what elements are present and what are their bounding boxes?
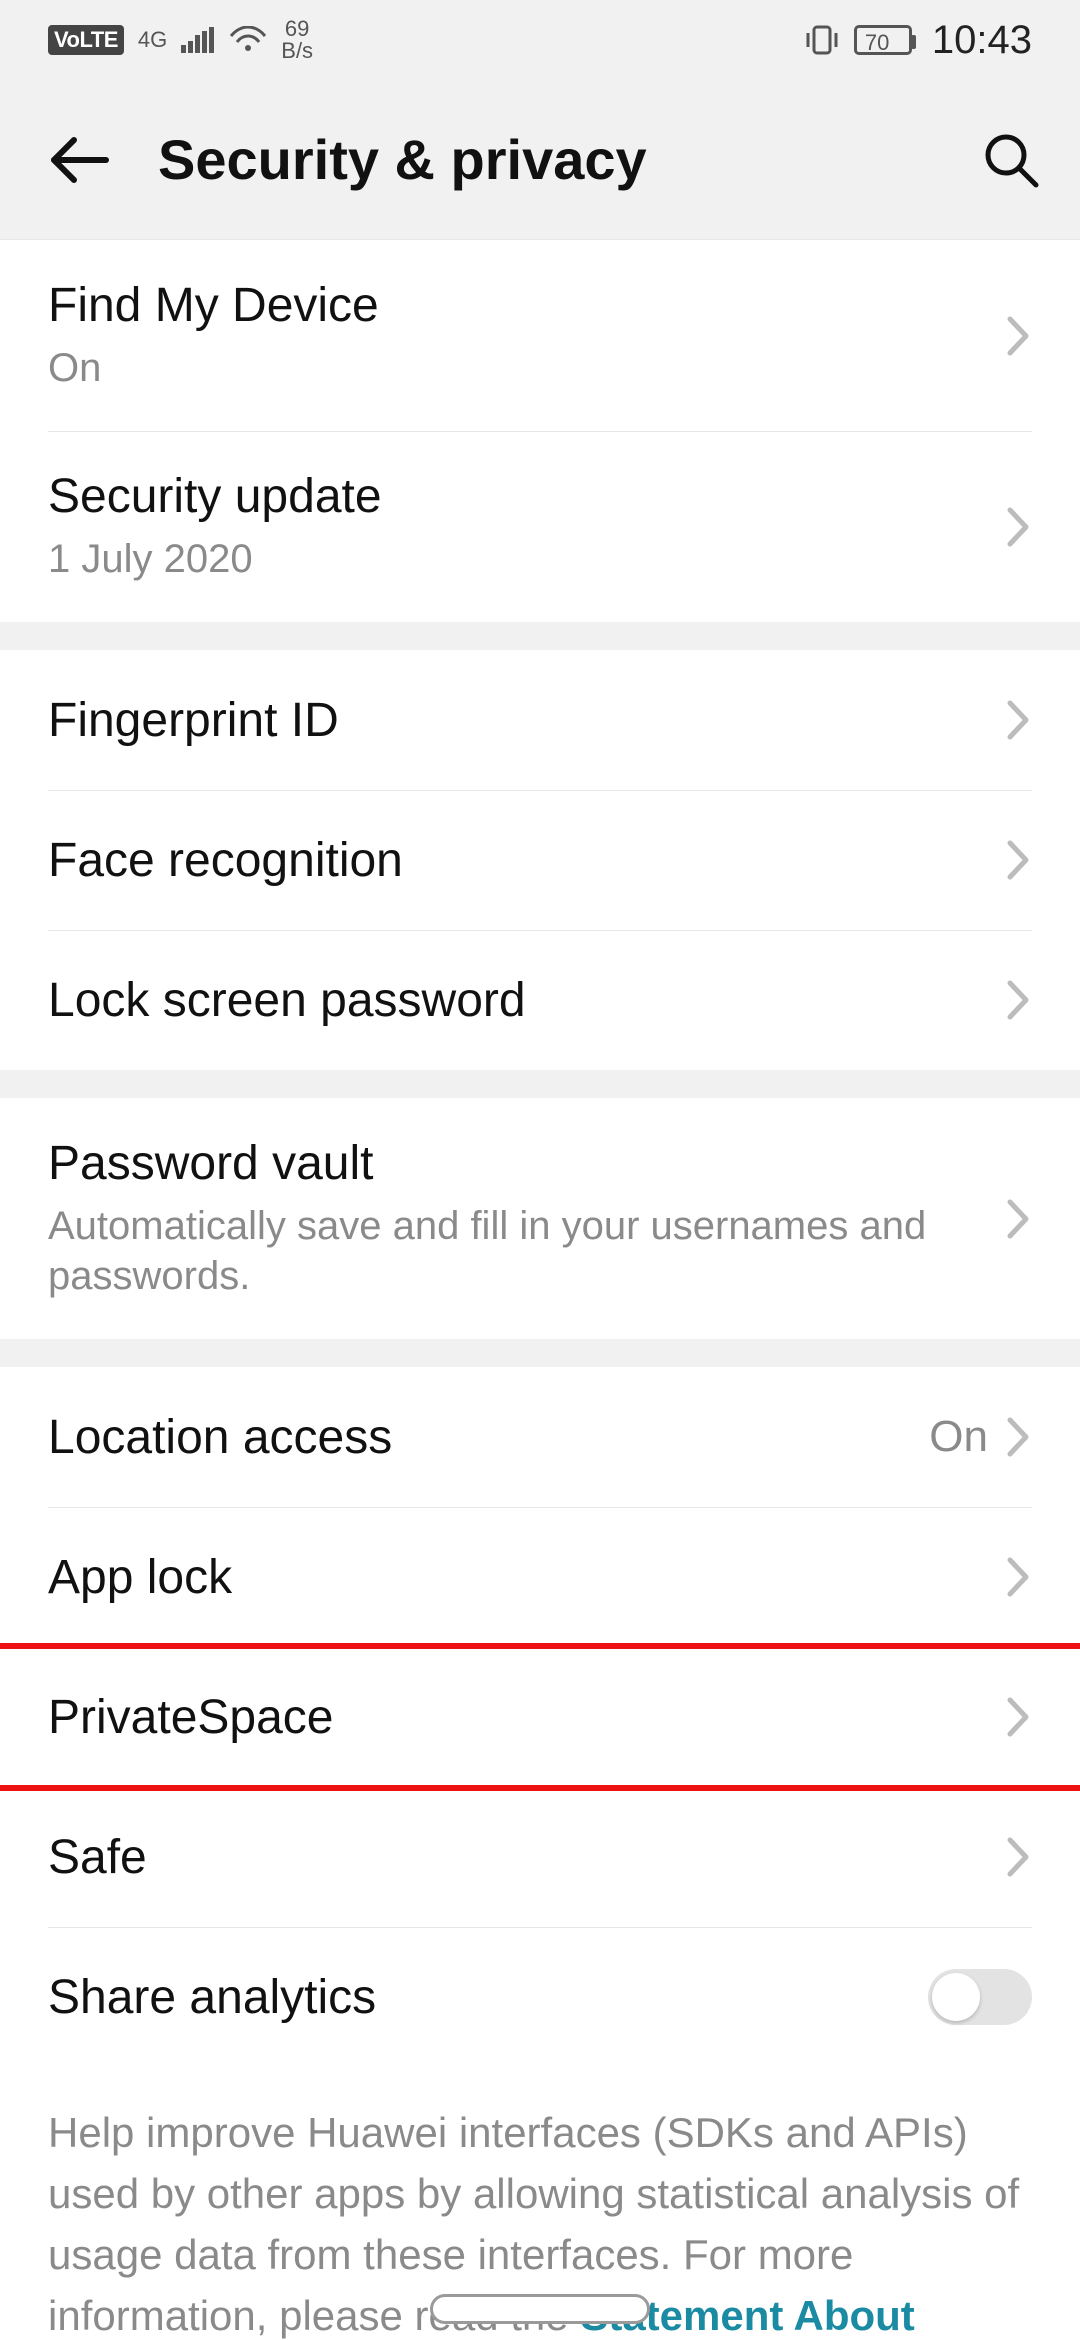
net-speed-value: 69 — [285, 18, 309, 40]
section-biometrics: Fingerprint ID Face recognition Lock scr… — [0, 650, 1080, 1070]
row-password-vault[interactable]: Password vault Automatically save and fi… — [0, 1098, 1080, 1339]
security-update-title: Security update — [48, 469, 986, 524]
gesture-nav-bar[interactable] — [430, 2294, 650, 2324]
chevron-right-icon — [1006, 1416, 1032, 1458]
status-left: VoLTE 4G 69 B/s — [48, 18, 313, 62]
chevron-right-icon — [1006, 1556, 1032, 1598]
section-gap — [0, 1339, 1080, 1367]
chevron-right-icon — [1006, 1198, 1032, 1240]
net-speed: 69 B/s — [281, 18, 313, 62]
password-vault-title: Password vault — [48, 1136, 986, 1191]
arrow-left-icon — [48, 134, 110, 186]
lock-pw-title: Lock screen password — [48, 973, 986, 1028]
chevron-right-icon — [1006, 839, 1032, 881]
chevron-right-icon — [1006, 506, 1032, 548]
battery-icon: 70 — [854, 25, 912, 55]
row-find-my-device[interactable]: Find My Device On — [0, 240, 1080, 431]
clock: 10:43 — [932, 18, 1032, 63]
row-app-lock[interactable]: App lock — [0, 1507, 1080, 1647]
search-icon — [982, 131, 1040, 189]
security-update-date: 1 July 2020 — [48, 534, 986, 584]
chevron-right-icon — [1006, 1836, 1032, 1878]
fingerprint-title: Fingerprint ID — [48, 693, 986, 748]
row-security-update[interactable]: Security update 1 July 2020 — [0, 431, 1080, 622]
chevron-right-icon — [1006, 699, 1032, 741]
find-my-device-title: Find My Device — [48, 278, 986, 333]
page-title: Security & privacy — [128, 127, 960, 192]
chevron-right-icon — [1006, 315, 1032, 357]
app-lock-title: App lock — [48, 1550, 986, 1605]
volte-badge: VoLTE — [48, 25, 124, 55]
section-gap — [0, 1070, 1080, 1098]
wifi-icon — [229, 26, 267, 54]
page-header: Security & privacy — [0, 80, 1080, 240]
share-analytics-title: Share analytics — [48, 1970, 908, 2025]
row-location-access[interactable]: Location access On — [0, 1367, 1080, 1507]
section-password-vault: Password vault Automatically save and fi… — [0, 1098, 1080, 1339]
safe-title: Safe — [48, 1830, 986, 1885]
row-privatespace[interactable]: PrivateSpace — [0, 1647, 1080, 1787]
password-vault-desc: Automatically save and fill in your user… — [48, 1201, 986, 1301]
section-gap — [0, 622, 1080, 650]
face-title: Face recognition — [48, 833, 986, 888]
row-lock-screen-password[interactable]: Lock screen password — [0, 930, 1080, 1070]
back-button[interactable] — [48, 134, 128, 186]
cell-generation: 4G — [138, 27, 167, 53]
signal-bars-icon — [181, 27, 215, 53]
chevron-right-icon — [1006, 979, 1032, 1021]
find-my-device-status: On — [48, 343, 986, 393]
section-privacy: Location access On App lock PrivateSpace… — [0, 1367, 1080, 2340]
toggle-knob — [932, 1973, 980, 2021]
row-face-recognition[interactable]: Face recognition — [0, 790, 1080, 930]
vibrate-icon — [804, 25, 840, 55]
location-value: On — [929, 1412, 988, 1462]
status-right: 70 10:43 — [804, 18, 1032, 63]
row-share-analytics: Share analytics — [0, 1927, 1080, 2067]
section-device-security: Find My Device On Security update 1 July… — [0, 240, 1080, 622]
row-safe[interactable]: Safe — [0, 1787, 1080, 1927]
battery-percentage: 70 — [865, 30, 889, 56]
search-button[interactable] — [960, 131, 1040, 189]
net-speed-unit: B/s — [281, 40, 313, 62]
privatespace-title: PrivateSpace — [48, 1690, 986, 1745]
status-bar: VoLTE 4G 69 B/s 70 — [0, 0, 1080, 80]
chevron-right-icon — [1006, 1696, 1032, 1738]
row-fingerprint-id[interactable]: Fingerprint ID — [0, 650, 1080, 790]
location-title: Location access — [48, 1410, 909, 1465]
share-analytics-toggle[interactable] — [928, 1969, 1032, 2025]
